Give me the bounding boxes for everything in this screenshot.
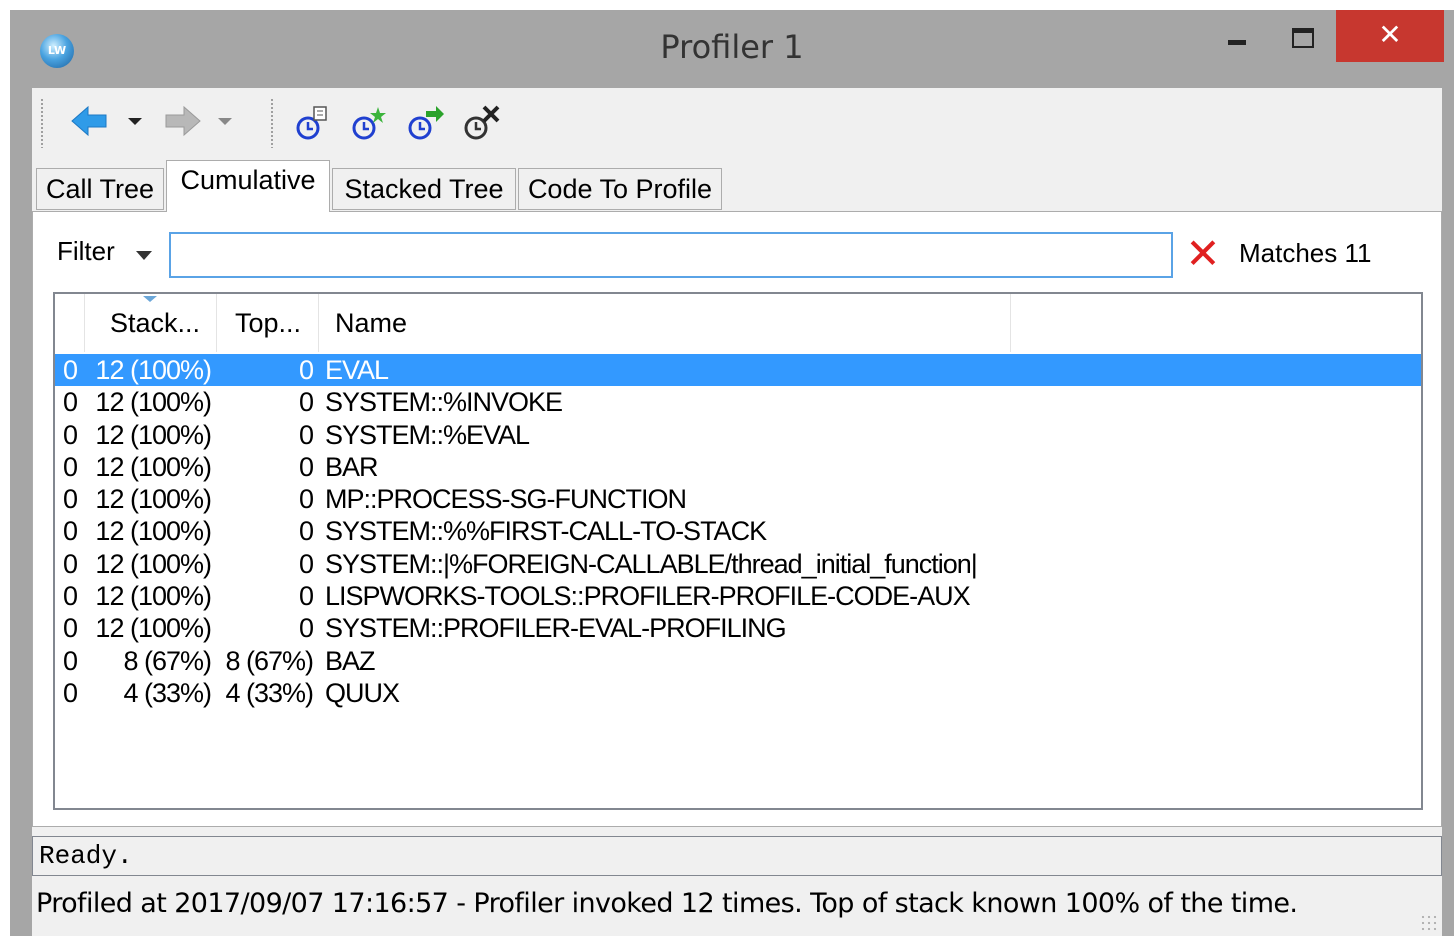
filter-input[interactable] xyxy=(169,232,1173,278)
tab-strip: Call Tree Cumulative Stacked Tree Code T… xyxy=(32,154,1442,212)
row-top: 0 xyxy=(298,581,314,612)
row-stack: 12 (100%) xyxy=(95,387,212,418)
row-name: SYSTEM::PROFILER-EVAL-PROFILING xyxy=(325,613,787,644)
tab-stacked-tree[interactable]: Stacked Tree xyxy=(332,168,516,210)
filter-label[interactable]: Filter xyxy=(57,236,115,267)
row-stack: 12 (100%) xyxy=(95,613,212,644)
list-row[interactable]: 0 12 (100%) 0 EVAL xyxy=(55,354,1421,387)
profile-new-icon xyxy=(352,107,386,140)
row-top: 0 xyxy=(298,516,314,547)
profile-run-button[interactable] xyxy=(406,104,446,142)
row-name: SYSTEM::%INVOKE xyxy=(325,387,563,418)
back-button[interactable] xyxy=(70,102,150,140)
row-col0: 0 xyxy=(63,355,78,385)
profile-delete-button[interactable] xyxy=(462,104,502,142)
row-stack: 8 (67%) xyxy=(123,645,212,676)
cumulative-panel: Filter ✕ Matches 11 Stack... Top... Name… xyxy=(32,211,1442,827)
row-name: LISPWORKS-TOOLS::PROFILER-PROFILE-CODE-A… xyxy=(325,581,971,612)
row-name: EVAL xyxy=(325,355,389,385)
row-top: 0 xyxy=(298,355,314,385)
row-col0: 0 xyxy=(63,581,78,612)
row-col0: 0 xyxy=(63,387,78,418)
row-name: QUUX xyxy=(325,677,400,708)
cumulative-list[interactable]: Stack... Top... Name 0 12 (100%) 0 EVAL 0 12 … xyxy=(53,292,1423,810)
filter-dropdown-icon[interactable] xyxy=(136,251,152,260)
row-name: BAR xyxy=(325,451,379,482)
list-row[interactable]: 0 12 (100%) 0 LISPWORKS-TOOLS::PROFILER-PRO… xyxy=(55,580,1421,612)
row-stack: 12 (100%) xyxy=(95,451,212,482)
row-top: 0 xyxy=(298,613,314,644)
row-stack: 12 (100%) xyxy=(95,419,212,450)
row-stack: 12 (100%) xyxy=(95,516,212,547)
row-top: 0 xyxy=(298,548,314,579)
profile-view-button[interactable] xyxy=(294,104,334,142)
row-col0: 0 xyxy=(63,451,78,482)
list-row[interactable]: 0 12 (100%) 0 SYSTEM::PROFILER-EVAL-PROFILI… xyxy=(55,612,1421,644)
list-row[interactable]: 0 12 (100%) 0 SYSTEM::%%FIRST-CALL-TO-STACK xyxy=(55,515,1421,547)
profile-view-icon xyxy=(296,106,327,140)
row-stack: 12 (100%) xyxy=(95,484,212,515)
profile-run-icon xyxy=(408,106,444,140)
row-name: BAZ xyxy=(325,645,376,676)
status-bar-ready: Ready. xyxy=(32,836,1442,876)
row-col0: 0 xyxy=(63,484,78,515)
row-top: 4 (33%) xyxy=(225,677,314,708)
column-header-stack[interactable]: Stack... xyxy=(85,294,217,352)
sort-indicator-icon xyxy=(143,296,157,302)
forward-button[interactable] xyxy=(162,102,242,140)
row-name: MP::PROCESS-SG-FUNCTION xyxy=(325,484,687,515)
profile-new-button[interactable] xyxy=(350,104,390,142)
forward-arrow-icon xyxy=(165,105,232,137)
row-top: 0 xyxy=(298,484,314,515)
title-bar[interactable]: LW Profiler 1 ✕ xyxy=(10,10,1454,88)
row-col0: 0 xyxy=(63,645,78,676)
list-row[interactable]: 0 12 (100%) 0 SYSTEM::|%FOREIGN-CALLABLE/th… xyxy=(55,548,1421,580)
clear-filter-icon[interactable]: ✕ xyxy=(1183,232,1223,276)
row-top: 0 xyxy=(298,387,314,418)
list-header: Stack... Top... Name xyxy=(55,294,1421,352)
row-stack: 12 (100%) xyxy=(95,548,212,579)
row-top: 0 xyxy=(298,451,314,482)
row-col0: 0 xyxy=(63,677,78,708)
tab-cumulative[interactable]: Cumulative xyxy=(166,160,330,212)
minimize-button[interactable] xyxy=(1218,10,1258,60)
column-header-name[interactable]: Name xyxy=(319,294,1011,352)
profiler-window: LW Profiler 1 ✕ Call Tree Cumulative Sta… xyxy=(10,10,1454,936)
list-row[interactable]: 0 12 (100%) 0 SYSTEM::%INVOKE xyxy=(55,386,1421,418)
back-arrow-icon xyxy=(71,105,142,137)
column-header-top[interactable]: Top... xyxy=(217,294,319,352)
resize-grip[interactable] xyxy=(1420,914,1438,932)
column-header-stack-label: Stack... xyxy=(110,308,201,338)
status-bar-profile-info: Profiled at 2017/09/07 17:16:57 - Profil… xyxy=(36,888,1298,919)
maximize-button[interactable] xyxy=(1280,10,1330,60)
list-row[interactable]: 0 4 (33%) 4 (33%) QUUX xyxy=(55,677,1421,709)
client-area: Call Tree Cumulative Stacked Tree Code T… xyxy=(32,88,1442,936)
close-button[interactable]: ✕ xyxy=(1336,10,1444,62)
list-row[interactable]: 0 12 (100%) 0 MP::PROCESS-SG-FUNCTION xyxy=(55,483,1421,515)
toolbar-grip[interactable] xyxy=(40,98,44,148)
row-col0: 0 xyxy=(63,516,78,547)
row-col0: 0 xyxy=(63,548,78,579)
row-top: 8 (67%) xyxy=(225,645,314,676)
list-row[interactable]: 0 8 (67%) 8 (67%) BAZ xyxy=(55,645,1421,677)
list-rows: 0 12 (100%) 0 EVAL 0 12 (100%) 0 SYSTEM::%INVOK… xyxy=(55,354,1421,709)
list-row[interactable]: 0 12 (100%) 0 SYSTEM::%EVAL xyxy=(55,419,1421,451)
row-name: SYSTEM::%%FIRST-CALL-TO-STACK xyxy=(325,516,767,547)
toolbar-grip-2[interactable] xyxy=(270,98,274,148)
row-top: 0 xyxy=(298,419,314,450)
list-row[interactable]: 0 12 (100%) 0 BAR xyxy=(55,451,1421,483)
row-name: SYSTEM::|%FOREIGN-CALLABLE/thread_initia… xyxy=(325,548,978,579)
matches-count: Matches 11 xyxy=(1239,238,1372,268)
row-name: SYSTEM::%EVAL xyxy=(325,419,530,450)
row-stack: 4 (33%) xyxy=(123,677,212,708)
toolbar xyxy=(32,88,1442,154)
row-stack: 12 (100%) xyxy=(95,355,212,385)
row-col0: 0 xyxy=(63,613,78,644)
tab-code-to-profile[interactable]: Code To Profile xyxy=(518,168,722,210)
column-header-0[interactable] xyxy=(55,294,85,352)
row-col0: 0 xyxy=(63,419,78,450)
tab-call-tree[interactable]: Call Tree xyxy=(36,168,164,210)
row-stack: 12 (100%) xyxy=(95,581,212,612)
profile-delete-icon xyxy=(464,105,500,140)
